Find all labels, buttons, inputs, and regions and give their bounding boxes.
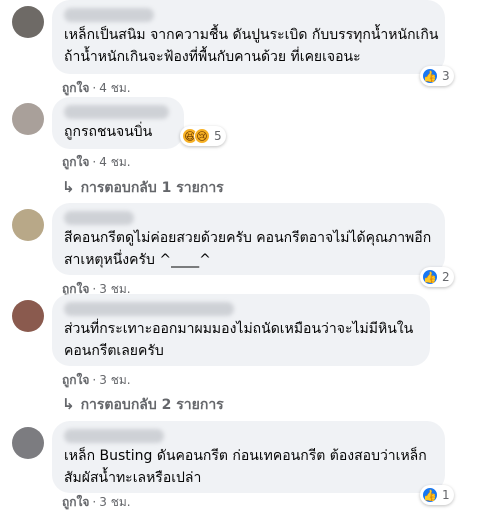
avatar[interactable]: [12, 209, 44, 241]
author-name-blurred[interactable]: [64, 429, 164, 443]
like-button[interactable]: ถูกใจ: [62, 81, 89, 95]
author-name-blurred[interactable]: [64, 211, 134, 225]
comment-text-line: เหล็ก Busting ดันคอนกรีต ก่อนเทคอนกรีต ต…: [64, 448, 427, 464]
reaction-count: 2: [442, 270, 450, 284]
reply-arrow-icon: ↳: [62, 178, 75, 196]
thumbs-up-icon: 👍: [422, 68, 438, 84]
separator-dot: ·: [92, 81, 97, 95]
avatar[interactable]: [12, 300, 44, 332]
comment-text-line: เหล็กเป็นสนิม จากความชื้น ดันปูนระเบิด ก…: [64, 27, 439, 43]
sad-emoji-icon: 😢: [194, 128, 210, 144]
reaction-count: 5: [214, 129, 222, 143]
thumbs-up-icon: 👍: [422, 269, 438, 285]
comment-bubble: เหล็ก Busting ดันคอนกรีต ก่อนเทคอนกรีต ต…: [52, 421, 445, 493]
separator-dot: ·: [92, 373, 97, 387]
comment-text-line: สัมผัสน้ำทะเลหรือเปล่า: [64, 470, 202, 486]
reaction-count: 3: [442, 69, 450, 83]
reply-arrow-icon: ↳: [62, 395, 75, 413]
timestamp[interactable]: 3 ชม.: [99, 495, 130, 509]
replies-label: การตอบกลับ 2 รายการ: [80, 397, 224, 413]
comment-meta: ถูกใจ · 4 ชม.: [62, 153, 131, 172]
replies-label: การตอบกลับ 1 รายการ: [80, 180, 224, 196]
comment-text-line: คอนกรีตเลยครับ: [64, 343, 164, 359]
avatar[interactable]: [12, 427, 44, 459]
timestamp[interactable]: 4 ชม.: [99, 81, 130, 95]
view-replies-button[interactable]: ↳ การตอบกลับ 2 รายการ: [62, 394, 224, 416]
comment-text-line: สีคอนกรีตดูไม่ค่อยสวยด้วยครับ คอนกรีตอาจ…: [64, 230, 432, 246]
comment-bubble: ส่วนที่กระเทาะออกมาผมมองไม่ถนัดเหมือนว่า…: [52, 294, 430, 366]
avatar[interactable]: [12, 6, 44, 38]
comment-bubble: ถูกรถชนจนบิ่น: [52, 97, 184, 149]
like-button[interactable]: ถูกใจ: [62, 373, 89, 387]
reaction-summary[interactable]: 👍 3: [420, 66, 454, 86]
comment-text-line: สาเหตุหนึ่งครับ ^____^: [64, 252, 211, 268]
reaction-summary[interactable]: 😆 😢 5: [180, 126, 226, 146]
reaction-summary[interactable]: 👍 2: [420, 267, 454, 287]
comment-text-line: ถ้าน้ำหนักเกินจะฟ้องที่พื้นกับคานด้วย ที…: [64, 49, 361, 65]
comment-meta: ถูกใจ · 3 ชม.: [62, 371, 131, 390]
comment-text-line: ส่วนที่กระเทาะออกมาผมมองไม่ถนัดเหมือนว่า…: [64, 321, 414, 337]
reaction-count: 1: [442, 488, 450, 502]
comment-bubble: เหล็กเป็นสนิม จากความชื้น ดันปูนระเบิด ก…: [52, 0, 445, 74]
view-replies-button[interactable]: ↳ การตอบกลับ 1 รายการ: [62, 177, 224, 199]
timestamp[interactable]: 4 ชม.: [99, 155, 130, 169]
like-button[interactable]: ถูกใจ: [62, 155, 89, 169]
author-name-blurred[interactable]: [64, 8, 154, 22]
separator-dot: ·: [92, 155, 97, 169]
author-name-blurred[interactable]: [64, 302, 234, 316]
timestamp[interactable]: 3 ชม.: [99, 373, 130, 387]
comment-bubble: สีคอนกรีตดูไม่ค่อยสวยด้วยครับ คอนกรีตอาจ…: [52, 203, 445, 275]
comment-meta: ถูกใจ · 3 ชม.: [62, 493, 131, 512]
avatar[interactable]: [12, 103, 44, 135]
comment-text-line: ถูกรถชนจนบิ่น: [64, 124, 153, 140]
thumbs-up-icon: 👍: [422, 487, 438, 503]
separator-dot: ·: [92, 495, 97, 509]
author-name-blurred[interactable]: [64, 105, 169, 119]
like-button[interactable]: ถูกใจ: [62, 495, 89, 509]
comment-meta: ถูกใจ · 4 ชม.: [62, 79, 131, 98]
reaction-summary[interactable]: 👍 1: [420, 485, 454, 505]
